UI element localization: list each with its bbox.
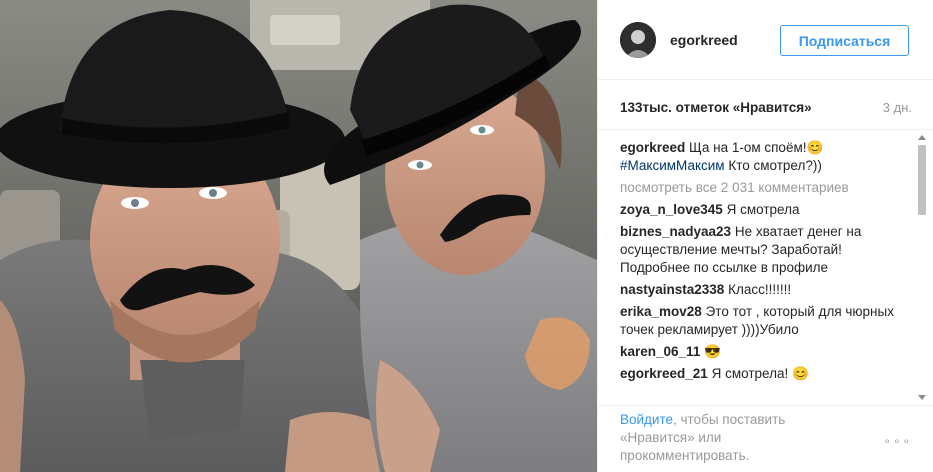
comment-text: Я смотрела! 😊 <box>711 366 809 381</box>
post-time[interactable]: 3 дн. <box>883 100 912 115</box>
comment-item: karen_06_11 😎 <box>620 343 900 361</box>
likes-count[interactable]: 133тыс. отметок «Нравится» <box>620 100 812 115</box>
scroll-down-arrow-icon[interactable] <box>918 395 926 400</box>
comment-username[interactable]: zoya_n_love345 <box>620 202 723 217</box>
view-all-comments-link[interactable]: посмотреть все 2 031 комментариев <box>620 179 900 197</box>
scroll-up-arrow-icon[interactable] <box>918 135 926 140</box>
comment-username[interactable]: biznes_nadyaa23 <box>620 224 731 239</box>
comments-section[interactable]: egorkreed Ща на 1-ом споём!😊 #МаксимМакс… <box>598 131 933 406</box>
post-photo-image <box>0 0 597 472</box>
comment-text: Я смотрела <box>726 202 800 217</box>
post-stats: 133тыс. отметок «Нравится» 3 дн. <box>598 80 933 130</box>
comment-item: egorkreed_21 Я смотрела! 😊 <box>620 365 900 383</box>
comments-list: egorkreed Ща на 1-ом споём!😊 #МаксимМакс… <box>620 139 900 387</box>
post-photo[interactable] <box>0 0 597 472</box>
scrollbar-thumb[interactable] <box>918 145 926 215</box>
avatar-image <box>620 22 656 58</box>
caption-text-after: Кто смотрел?)) <box>724 158 822 173</box>
login-link[interactable]: Войдите <box>620 412 673 427</box>
username-link[interactable]: egorkreed <box>670 32 738 48</box>
caption-username[interactable]: egorkreed <box>620 140 685 155</box>
comment-item: zoya_n_love345 Я смотрела <box>620 201 900 219</box>
profile-avatar[interactable] <box>620 22 656 58</box>
post-footer: Войдите, чтобы поставить «Нравится» или … <box>598 407 933 472</box>
caption: egorkreed Ща на 1-ом споём!😊 #МаксимМакс… <box>620 139 900 175</box>
caption-text-before: Ща на 1-ом споём!😊 <box>689 140 824 155</box>
comment-username[interactable]: karen_06_11 <box>620 344 700 359</box>
comment-username[interactable]: egorkreed_21 <box>620 366 708 381</box>
ellipsis-icon[interactable]: ∘∘∘ <box>883 434 912 448</box>
comment-item: erika_mov28 Это тот , который для чюрных… <box>620 303 900 339</box>
comment-username[interactable]: erika_mov28 <box>620 304 702 319</box>
comment-username[interactable]: nastyainsta2338 <box>620 282 724 297</box>
login-prompt: Войдите, чтобы поставить «Нравится» или … <box>620 411 840 465</box>
post-header: egorkreed Подписаться <box>598 0 933 80</box>
comment-text: 😎 <box>704 344 721 359</box>
side-panel: egorkreed Подписаться 133тыс. отметок «Н… <box>597 0 933 472</box>
hashtag-link[interactable]: #МаксимМаксим <box>620 158 725 173</box>
comment-item: nastyainsta2338 Класс!!!!!!! <box>620 281 900 299</box>
follow-button[interactable]: Подписаться <box>780 25 909 56</box>
comment-text: Класс!!!!!!! <box>728 282 792 297</box>
instagram-post: egorkreed Подписаться 133тыс. отметок «Н… <box>0 0 933 472</box>
comments-scrollbar[interactable] <box>916 131 928 406</box>
comment-item: biznes_nadyaa23 Не хватает дeнeг на осущ… <box>620 223 900 277</box>
